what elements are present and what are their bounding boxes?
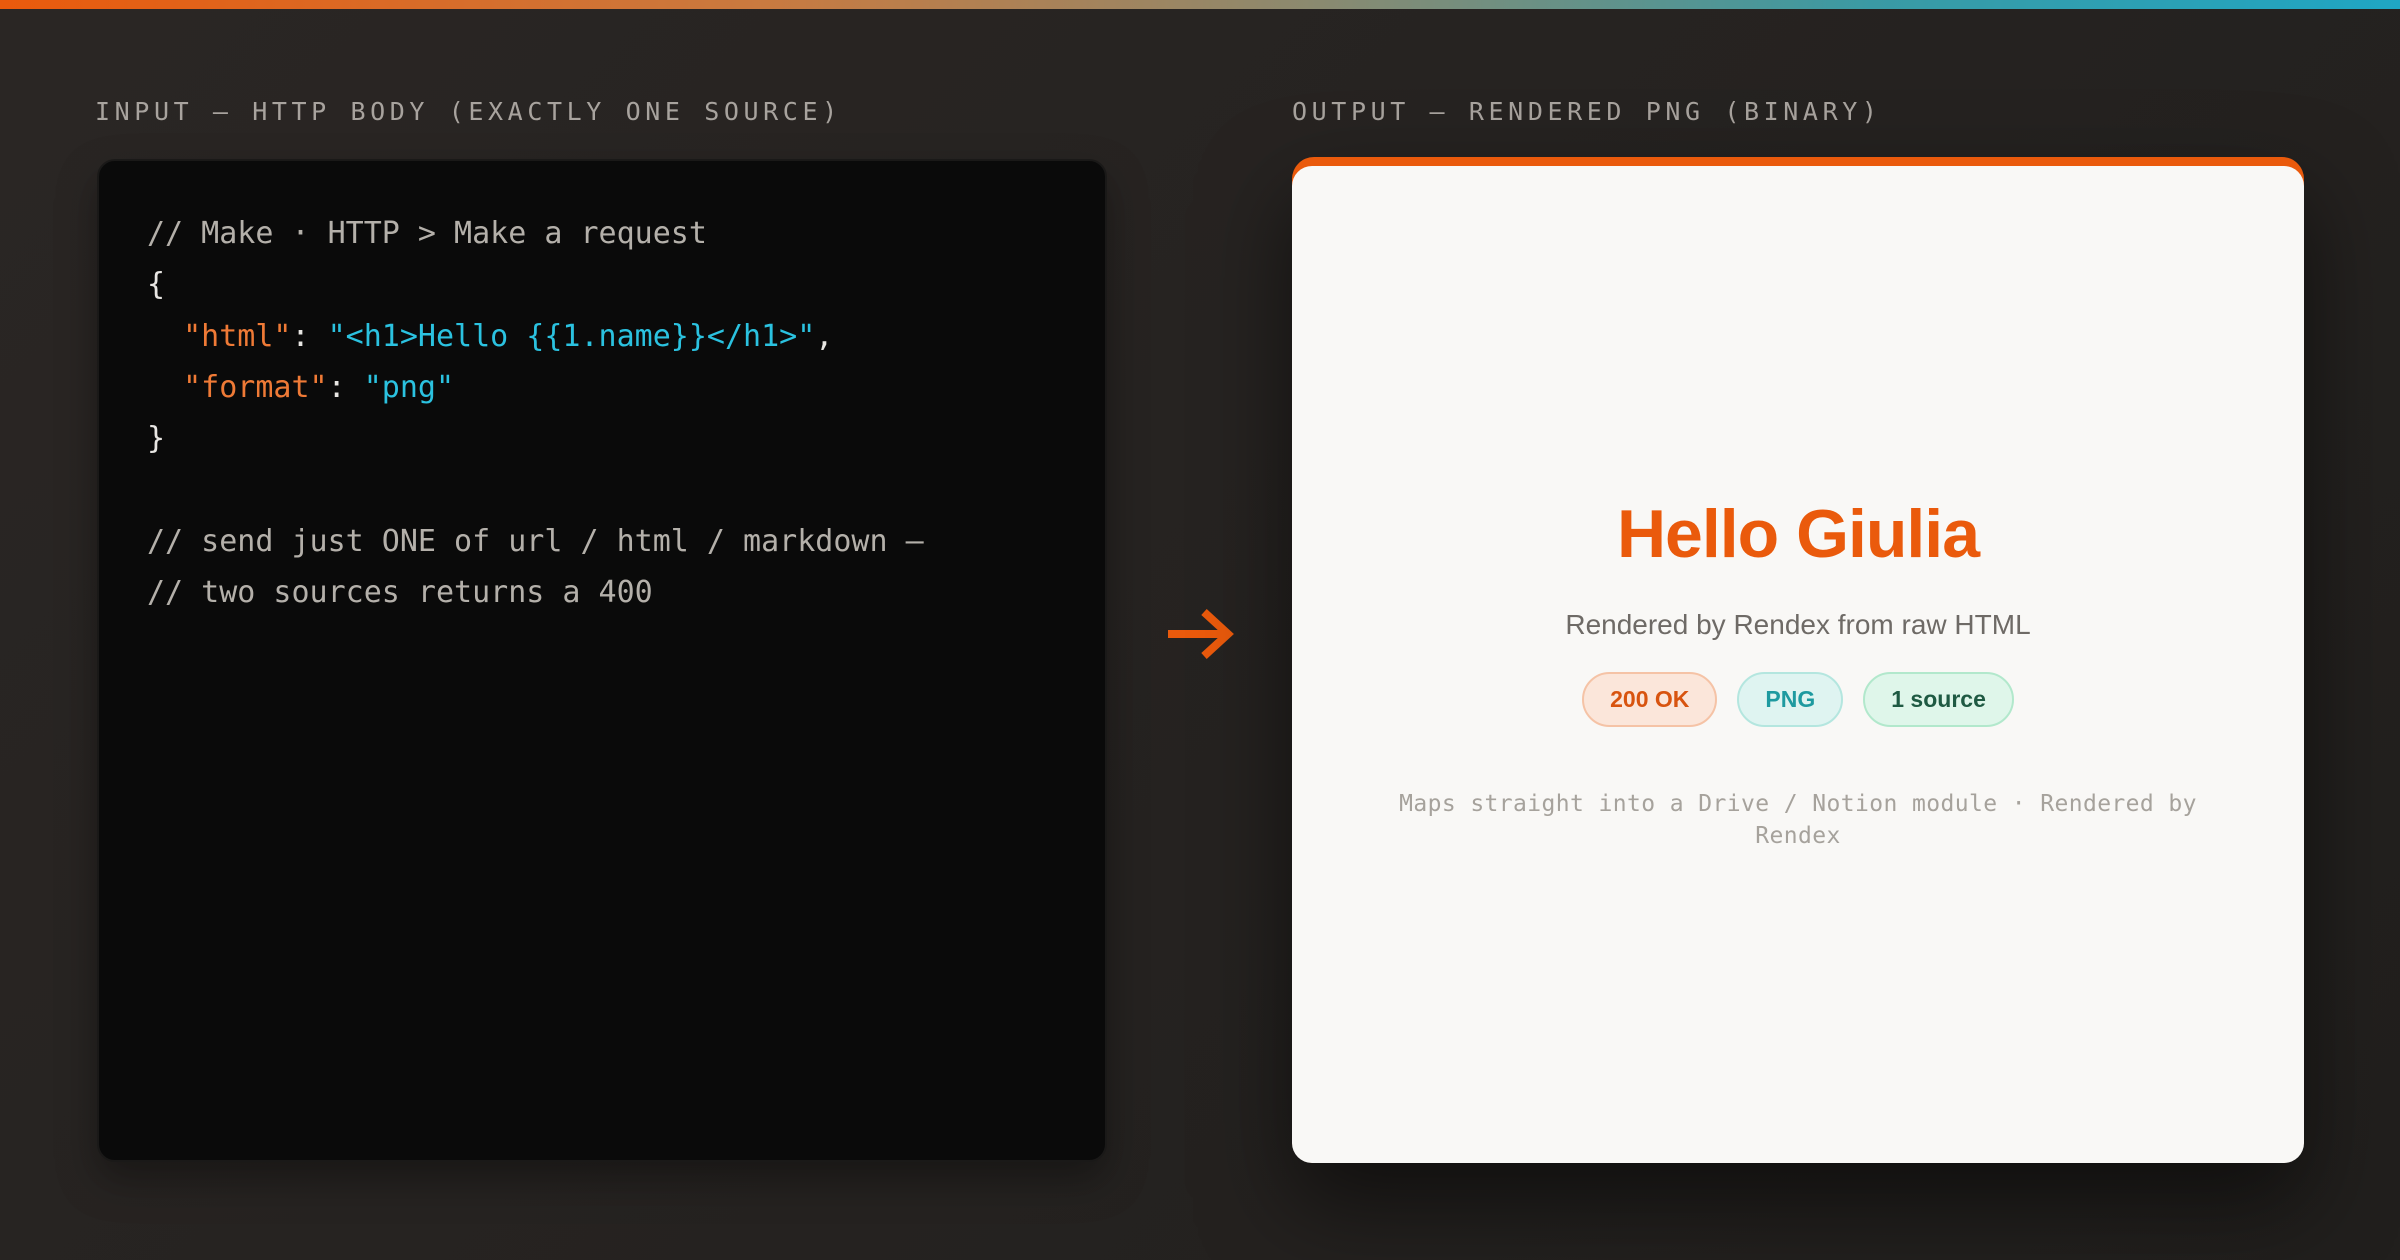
source-count-badge: 1 source xyxy=(1863,672,2014,727)
code-value-html: "<h1>Hello {{1.name}}</h1>" xyxy=(327,318,816,354)
code-line-open-brace: { xyxy=(147,259,924,310)
arrow-right-icon xyxy=(1168,609,1234,659)
badge-row: 200 OK PNG 1 source xyxy=(1292,672,2304,727)
top-gradient-bar xyxy=(0,0,2400,9)
output-section-label: OUTPUT — RENDERED PNG (BINARY) xyxy=(1292,97,1882,126)
code-close-brace: } xyxy=(147,421,166,457)
code-colon: : xyxy=(291,318,328,354)
rendered-subtitle: Rendered by Rendex from raw HTML xyxy=(1565,609,2031,640)
code-line-note-2: // two sources returns a 400 xyxy=(147,567,924,618)
code-colon: : xyxy=(327,369,364,405)
input-section-label: INPUT — HTTP BODY (EXACTLY ONE SOURCE) xyxy=(95,97,842,126)
code-line-close-brace: } xyxy=(147,413,924,464)
code-line-html: "html": "<h1>Hello {{1.name}}</h1>", xyxy=(147,311,924,362)
code-key-format: "format" xyxy=(183,369,328,405)
code-open-brace: { xyxy=(147,267,166,303)
code-line-note-1: // send just ONE of url / html / markdow… xyxy=(147,516,924,567)
rendered-output-card: Hello Giulia Rendered by Rendex from raw… xyxy=(1292,157,2304,1163)
rendered-heading: Hello Giulia xyxy=(1616,496,1980,572)
status-badge: 200 OK xyxy=(1582,672,1718,727)
code-line-format: "format": "png" xyxy=(147,362,924,413)
code-block: // Make · HTTP > Make a request { "html":… xyxy=(147,208,924,618)
format-badge: PNG xyxy=(1737,672,1844,727)
code-comma: , xyxy=(815,318,834,354)
code-key-html: "html" xyxy=(183,318,292,354)
rendered-output-canvas: Hello Giulia Rendered by Rendex from raw… xyxy=(1292,166,2304,1163)
code-line-comment: // Make · HTTP > Make a request xyxy=(147,208,924,259)
code-value-format: "png" xyxy=(363,369,455,405)
code-panel: // Make · HTTP > Make a request { "html":… xyxy=(97,159,1107,1162)
code-note-1: // send just ONE of url / html / markdow… xyxy=(147,523,924,559)
rendered-footer-note: Maps straight into a Drive / Notion modu… xyxy=(1399,791,2197,849)
code-comment-header: // Make · HTTP > Make a request xyxy=(147,216,707,251)
code-note-2: // two sources returns a 400 xyxy=(147,575,653,611)
